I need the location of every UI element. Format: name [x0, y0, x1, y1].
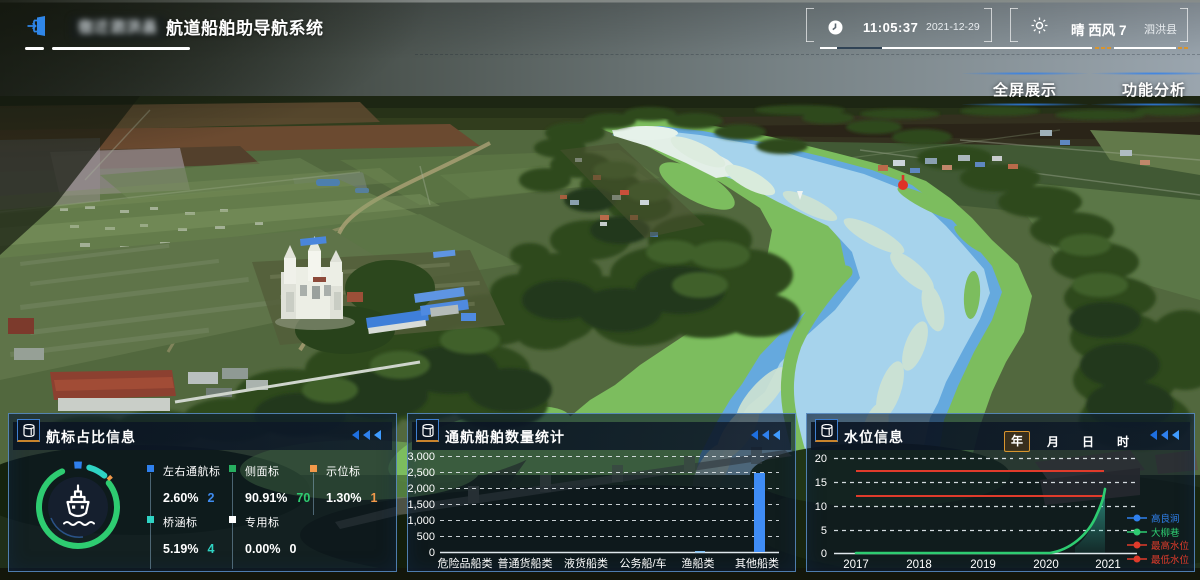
svg-text:10: 10 — [815, 501, 827, 513]
svg-text:5: 5 — [821, 525, 827, 537]
svg-text:2020: 2020 — [1033, 559, 1059, 570]
svg-text:20: 20 — [815, 453, 827, 465]
svg-text:渔船类: 渔船类 — [682, 556, 715, 570]
svg-text:其他船类: 其他船类 — [735, 556, 779, 570]
svg-text:500: 500 — [417, 531, 435, 543]
svg-text:1,500: 1,500 — [408, 499, 435, 511]
svg-text:1,000: 1,000 — [408, 515, 435, 527]
svg-text:2,500: 2,500 — [408, 467, 435, 479]
svg-text:大柳巷: 大柳巷 — [1151, 527, 1180, 539]
svg-text:公务船/车: 公务船/车 — [619, 556, 666, 570]
svg-text:最低水位: 最低水位 — [1151, 554, 1190, 566]
svg-text:2,000: 2,000 — [408, 483, 435, 495]
svg-text:2017: 2017 — [843, 559, 869, 570]
svg-text:15: 15 — [815, 477, 827, 489]
svg-text:最高水位: 最高水位 — [1151, 540, 1190, 552]
svg-text:2018: 2018 — [906, 559, 932, 570]
svg-text:2019: 2019 — [970, 559, 996, 570]
svg-text:0: 0 — [821, 548, 827, 560]
svg-text:3,000: 3,000 — [408, 451, 435, 463]
svg-text:普通货船类: 普通货船类 — [498, 556, 553, 570]
svg-text:高良涧: 高良涧 — [1151, 513, 1180, 525]
svg-text:液货船类: 液货船类 — [564, 556, 608, 570]
svg-text:0: 0 — [429, 547, 435, 559]
svg-text:2021: 2021 — [1095, 559, 1121, 570]
svg-text:危险品船类: 危险品船类 — [438, 556, 493, 570]
